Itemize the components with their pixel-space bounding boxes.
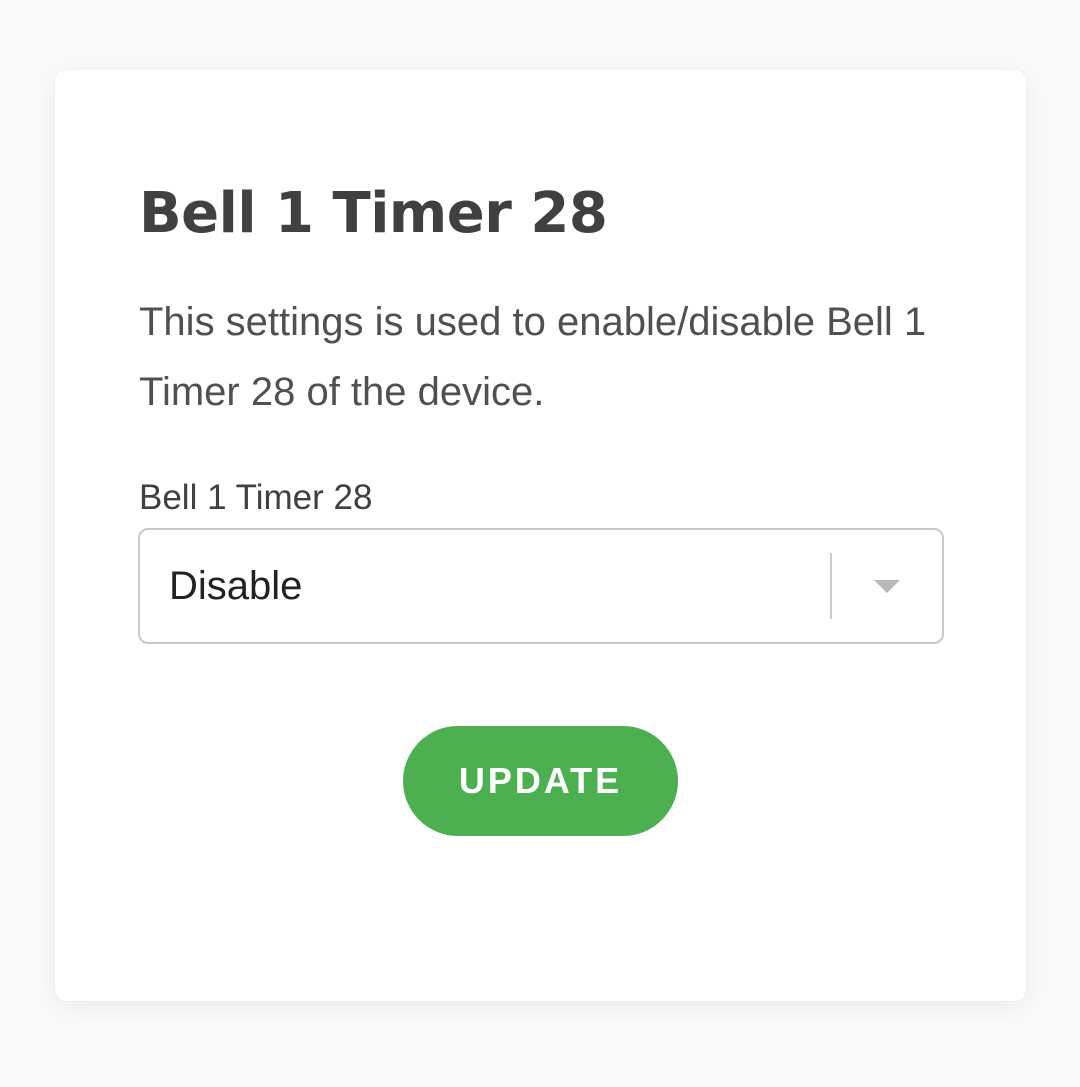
select-value: Disable (169, 564, 303, 608)
setting-description: This settings is used to enable/disable … (139, 300, 927, 414)
select-separator (830, 553, 832, 619)
bell-timer-select[interactable]: Disable (138, 528, 944, 644)
chevron-down-icon[interactable] (874, 580, 900, 593)
page-title: Bell 1 Timer 28 (139, 181, 608, 246)
field-label: Bell 1 Timer 28 (139, 478, 373, 517)
update-button[interactable]: UPDATE (403, 726, 678, 836)
settings-card: Bell 1 Timer 28 This settings is used to… (55, 70, 1026, 1001)
